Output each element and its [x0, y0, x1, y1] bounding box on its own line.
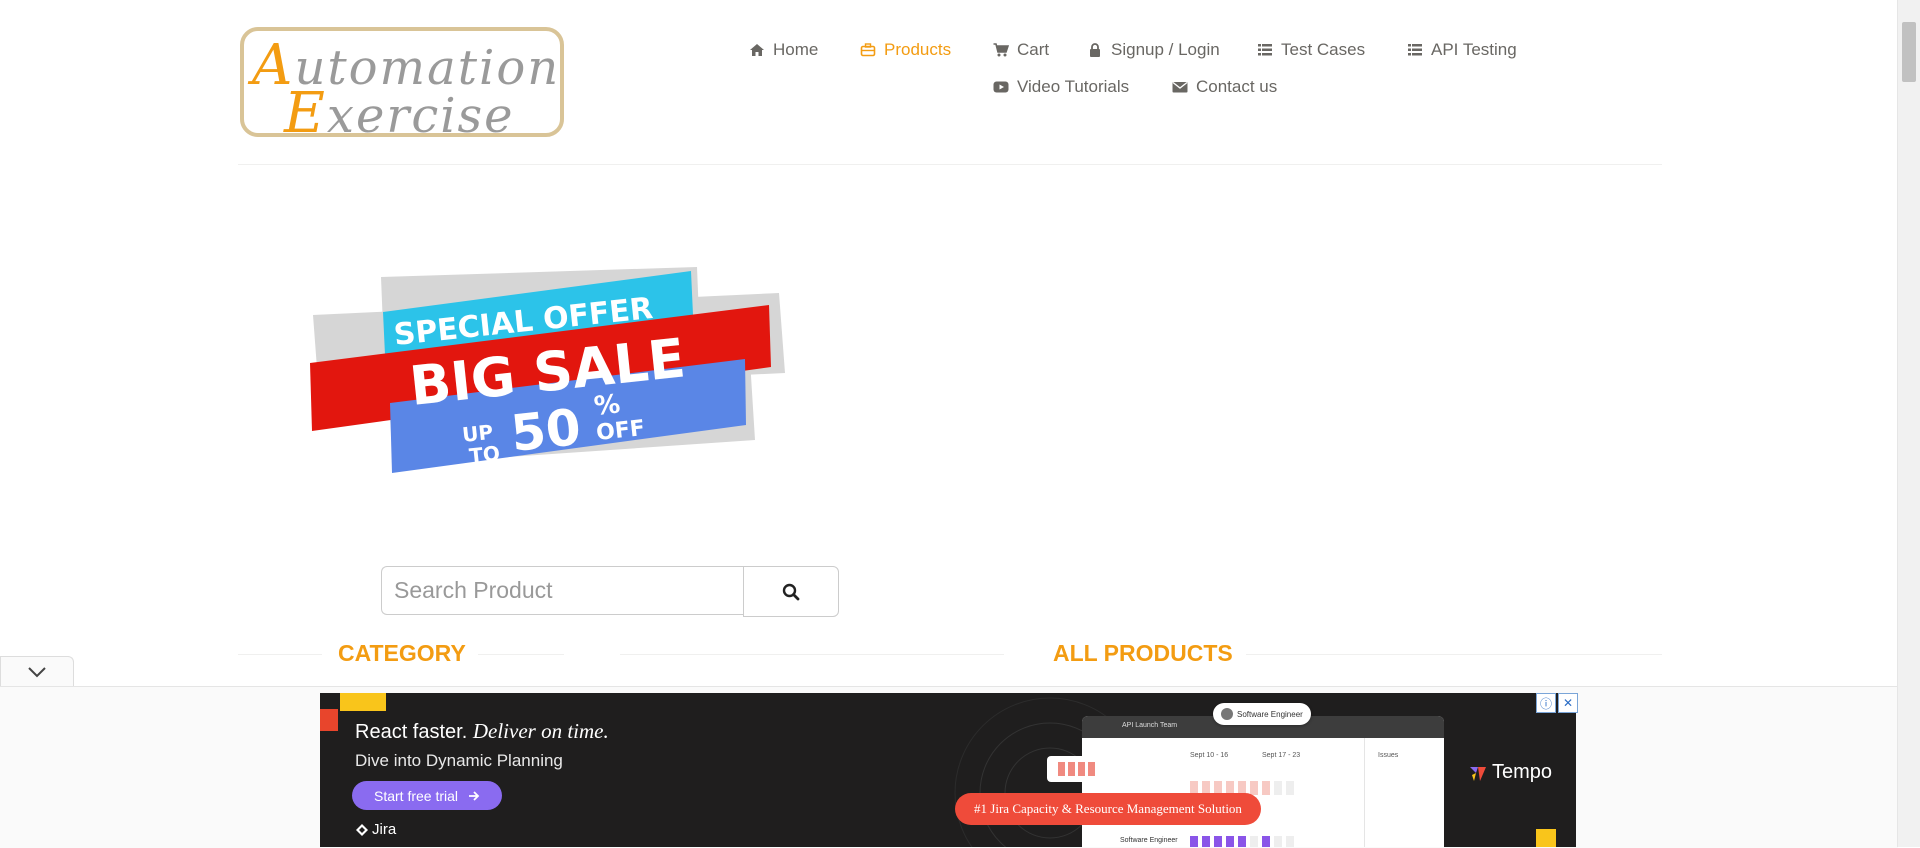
banner-percent: %	[593, 389, 622, 422]
ad-banner[interactable]: React faster. Deliver on time. Dive into…	[320, 693, 1576, 847]
page-scrollbar[interactable]	[1897, 0, 1920, 847]
products-line-left	[620, 654, 1004, 655]
nav-video-tutorials[interactable]: Video Tutorials	[993, 77, 1129, 97]
lock-icon	[1090, 43, 1100, 57]
ad-app-title: API Launch Team	[1122, 722, 1178, 729]
nav-products[interactable]: Products	[860, 40, 951, 60]
start-free-trial-button[interactable]: Start free trial	[352, 781, 502, 810]
search-product-input[interactable]	[381, 566, 743, 615]
arrow-right-icon	[469, 790, 480, 801]
list-icon	[1258, 44, 1272, 56]
nav-signup-login[interactable]: Signup / Login	[1087, 40, 1220, 60]
ad-decor	[340, 693, 386, 711]
products-line-right	[1246, 654, 1662, 655]
envelope-icon	[1172, 81, 1188, 93]
ad-brand: Tempo	[1468, 761, 1552, 784]
category-heading: CATEGORY	[338, 640, 466, 666]
tempo-logo-icon	[1470, 766, 1486, 781]
category-line-right	[478, 654, 564, 655]
chevron-down-icon	[28, 667, 46, 678]
ad-controls: ⓘ ✕	[1536, 693, 1578, 713]
logo-line-2: Exercise	[284, 81, 515, 137]
site-logo[interactable]: Automation Exercise	[240, 27, 564, 137]
ad-jira-label: Jira	[356, 821, 396, 838]
youtube-play-icon	[993, 81, 1009, 93]
jira-icon	[356, 823, 368, 836]
ad-app-col2: Sept 17 - 23	[1262, 752, 1301, 759]
nav-home[interactable]: Home	[749, 40, 818, 60]
briefcase-icon	[860, 43, 876, 57]
product-search	[381, 566, 839, 617]
ad-app-divider	[1364, 738, 1365, 847]
header-divider	[238, 164, 1662, 165]
banner-to: TO	[468, 441, 501, 468]
ad-headline: React faster. Deliver on time.	[355, 719, 609, 743]
ad-subline: Dive into Dynamic Planning	[355, 751, 563, 770]
ad-app-col1: Sept 10 - 16	[1190, 752, 1229, 759]
nav-cart[interactable]: Cart	[993, 40, 1049, 60]
ad-pill: #1 Jira Capacity & Resource Management S…	[955, 793, 1261, 825]
ad-decor	[1536, 829, 1556, 847]
cart-icon	[993, 43, 1009, 57]
category-line-left	[238, 654, 322, 655]
search-button[interactable]	[743, 566, 839, 617]
banner-off: OFF	[595, 416, 646, 446]
ad-app-bars-left	[1047, 756, 1105, 782]
nav-contact-us[interactable]: Contact us	[1172, 77, 1277, 97]
ad-app-screenshot: API Launch Team Sept 10 - 16 Sept 17 - 2…	[1082, 716, 1444, 847]
ad-collapse-tab[interactable]	[0, 656, 74, 687]
scrollbar-thumb[interactable]	[1902, 22, 1916, 82]
home-icon	[750, 44, 764, 56]
ad-app-side: Issues	[1378, 752, 1399, 759]
all-products-heading: ALL PRODUCTS	[1053, 640, 1233, 666]
ad-close-icon[interactable]: ✕	[1558, 693, 1578, 713]
ad-info-icon[interactable]: ⓘ	[1536, 693, 1556, 713]
sale-banner: SPECIAL OFFER BIG SALE UP TO 50 % OFF	[310, 267, 785, 473]
list-icon	[1408, 44, 1422, 56]
nav-api-testing[interactable]: API Testing	[1407, 40, 1517, 60]
nav-test-cases[interactable]: Test Cases	[1257, 40, 1365, 60]
ad-chip: Software Engineer	[1213, 703, 1311, 725]
banner-amount: 50	[508, 398, 583, 463]
ad-decor	[320, 709, 338, 731]
ad-app-bars	[1190, 836, 1294, 847]
avatar	[1221, 708, 1233, 720]
search-icon	[782, 583, 800, 600]
ad-app-row: Software Engineer	[1120, 837, 1178, 844]
